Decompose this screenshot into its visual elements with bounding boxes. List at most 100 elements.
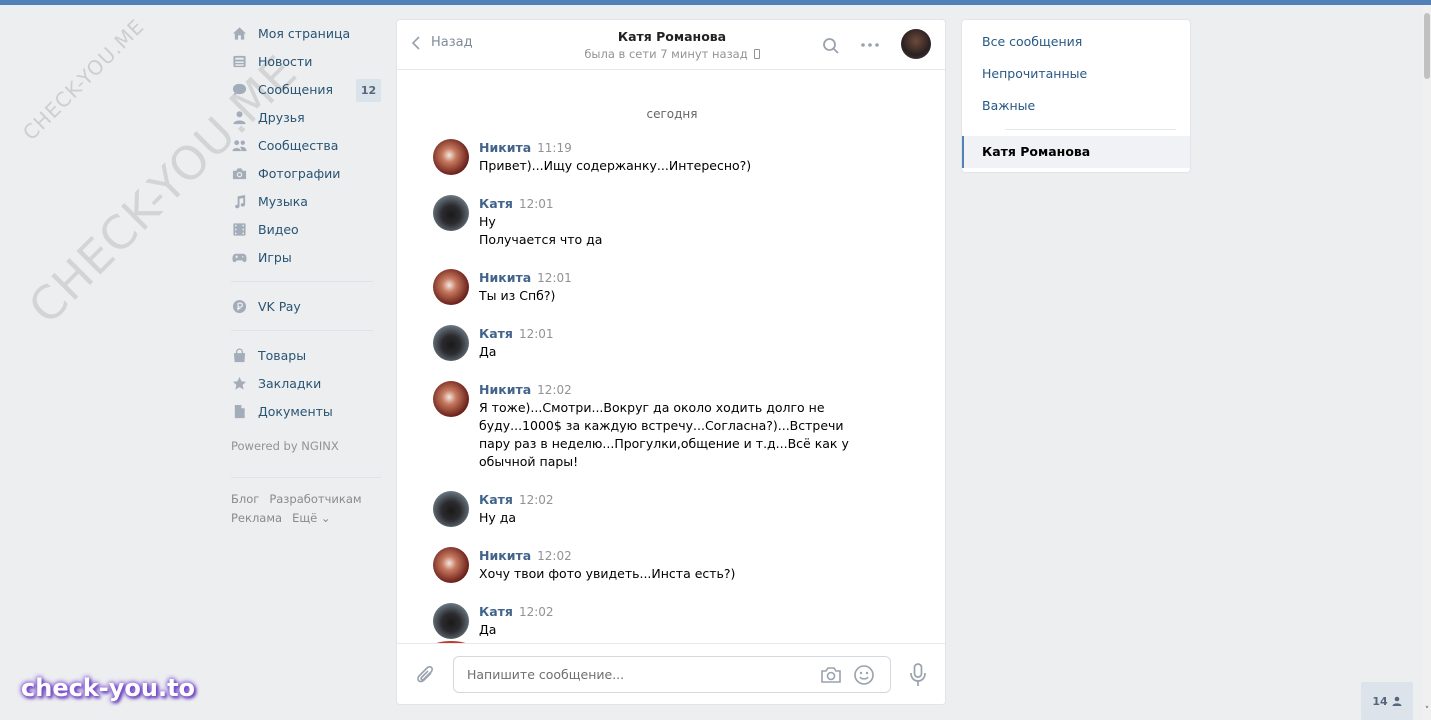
day-separator: сегодня: [646, 107, 698, 121]
message-time[interactable]: 12:02: [519, 493, 554, 507]
peer-avatar[interactable]: [901, 29, 931, 59]
message-item[interactable]: Никита 12:02 Я тоже)...Смотри...Вокруг да …: [397, 381, 945, 471]
message-author[interactable]: Катя: [479, 326, 513, 341]
message-time[interactable]: 11:19: [537, 141, 572, 155]
message-text: Да: [479, 622, 497, 637]
message-item[interactable]: Катя 12:02 Ну да: [397, 491, 945, 527]
powered-by: Powered by NGINX: [231, 439, 339, 453]
filter-unread[interactable]: Непрочитанные: [962, 58, 1190, 90]
footer-link-blog[interactable]: Блог: [231, 492, 259, 506]
message-author[interactable]: Никита: [479, 382, 531, 397]
message-text: Хочу твои фото увидеть...Инста есть?): [479, 566, 736, 581]
message-item[interactable]: Никита 12:02 Хочу твои фото увидеть...Инст…: [397, 547, 945, 583]
documents-icon: [231, 403, 247, 419]
sidebar-item-friends[interactable]: Друзья: [231, 103, 381, 131]
camera-icon[interactable]: [820, 665, 842, 685]
message-header: Никита 11:19: [479, 139, 945, 157]
sidebar-item-home[interactable]: Моя страница: [231, 19, 381, 47]
author-avatar[interactable]: [433, 195, 469, 231]
footer-link-more[interactable]: Ещё ⌄: [292, 511, 330, 525]
message-text: Да: [479, 344, 497, 359]
sidebar-item-label: Закладки: [258, 375, 322, 391]
author-avatar[interactable]: [433, 325, 469, 361]
communities-icon: [231, 137, 247, 153]
filter-all-messages[interactable]: Все сообщения: [962, 26, 1190, 58]
message-item[interactable]: Никита 12:01 Ты из Спб?): [397, 269, 945, 305]
mobile-icon: [753, 49, 760, 59]
search-icon[interactable]: [822, 37, 840, 55]
author-avatar[interactable]: [433, 603, 469, 639]
news-icon: [231, 53, 247, 69]
message-author[interactable]: Катя: [479, 492, 513, 507]
message-item[interactable]: Катя 12:01 Да: [397, 325, 945, 361]
online-friends-button[interactable]: 14: [1361, 682, 1413, 720]
sidebar-item-label: Сообщества: [258, 137, 339, 153]
friends-icon: [231, 109, 247, 125]
menu-divider: [231, 281, 373, 282]
message-item[interactable]: Катя 12:01 Ну Получается что да: [397, 195, 945, 249]
vkpay-icon: [231, 298, 247, 314]
sidebar-item-label: Видео: [258, 221, 299, 237]
active-conversation[interactable]: Катя Романова: [962, 136, 1190, 168]
message-item[interactable]: Никита 11:19 Привет)...Ищу содержанку...Ин…: [397, 139, 945, 175]
message-item[interactable]: Катя 12:02 Да: [397, 603, 945, 639]
message-author[interactable]: Катя: [479, 196, 513, 211]
games-icon: [231, 249, 247, 265]
online-count: 14: [1372, 694, 1388, 708]
page-scrollbar[interactable]: ˅: [1423, 5, 1431, 720]
filter-important[interactable]: Важные: [962, 90, 1190, 122]
microphone-icon[interactable]: [908, 662, 928, 688]
message-header: Катя 12:02: [479, 491, 945, 509]
footer-link-ads[interactable]: Реклама: [231, 511, 282, 525]
peer-status-text: была в сети 7 минут назад: [584, 47, 748, 61]
sidebar-item-label: Новости: [258, 53, 313, 69]
sidebar-item-vkpay[interactable]: VK Pay: [231, 292, 381, 320]
messages-count-badge[interactable]: 12: [356, 79, 381, 102]
message-text: Я тоже)...Смотри...Вокруг да около ходит…: [479, 400, 849, 469]
message-time[interactable]: 12:02: [519, 605, 554, 619]
message-text: Получается что да: [479, 232, 603, 247]
sidebar-item-label: Сообщения: [258, 81, 334, 97]
sidebar-item-music[interactable]: Музыка: [231, 187, 381, 215]
message-time[interactable]: 12:02: [537, 383, 572, 397]
author-avatar[interactable]: [433, 139, 469, 175]
author-avatar[interactable]: [433, 547, 469, 583]
brand-watermark: check-you.to: [21, 674, 196, 702]
sidebar-item-video[interactable]: Видео: [231, 215, 381, 243]
sidebar-item-communities[interactable]: Сообщества: [231, 131, 381, 159]
paperclip-icon[interactable]: [416, 665, 436, 687]
message-author[interactable]: Катя: [479, 604, 513, 619]
message-header: Никита 12:02: [479, 547, 945, 565]
emoji-icon[interactable]: [853, 664, 875, 686]
scrollbar-thumb[interactable]: [1424, 13, 1430, 79]
sidebar-item-games[interactable]: Игры: [231, 243, 381, 271]
message-header: Никита 12:01: [479, 269, 945, 287]
message-header: Никита 12:02: [479, 381, 945, 399]
sidebar-item-bookmarks[interactable]: Закладки: [231, 369, 381, 397]
footer-divider: [231, 477, 381, 478]
author-avatar[interactable]: [433, 269, 469, 305]
sidebar-item-documents[interactable]: Документы: [231, 397, 381, 425]
message-author[interactable]: Никита: [479, 140, 531, 155]
message-author[interactable]: Никита: [479, 270, 531, 285]
message-history[interactable]: сегодня Никита 11:19 Привет)...Ищу содержа…: [397, 71, 945, 643]
sidebar-item-news[interactable]: Новости: [231, 47, 381, 75]
message-text: Ну да: [479, 510, 517, 525]
message-author[interactable]: Никита: [479, 548, 531, 563]
message-time[interactable]: 12:01: [519, 197, 554, 211]
author-avatar[interactable]: [433, 381, 469, 417]
author-avatar[interactable]: [433, 491, 469, 527]
footer-link-dev[interactable]: Разработчикам: [269, 492, 361, 506]
message-header: Катя 12:02: [479, 603, 945, 621]
sidebar-item-goods[interactable]: Товары: [231, 341, 381, 369]
top-header-bar: [0, 0, 1431, 5]
sidebar-item-photos[interactable]: Фотографии: [231, 159, 381, 187]
message-time[interactable]: 12:01: [519, 327, 554, 341]
sidebar-item-label: Музыка: [258, 193, 308, 209]
person-icon: [1392, 696, 1402, 706]
more-icon[interactable]: [860, 37, 880, 53]
message-time[interactable]: 12:01: [537, 271, 572, 285]
scroll-down-arrow[interactable]: ˅: [1423, 706, 1431, 720]
photos-icon: [231, 165, 247, 181]
message-time[interactable]: 12:02: [537, 549, 572, 563]
